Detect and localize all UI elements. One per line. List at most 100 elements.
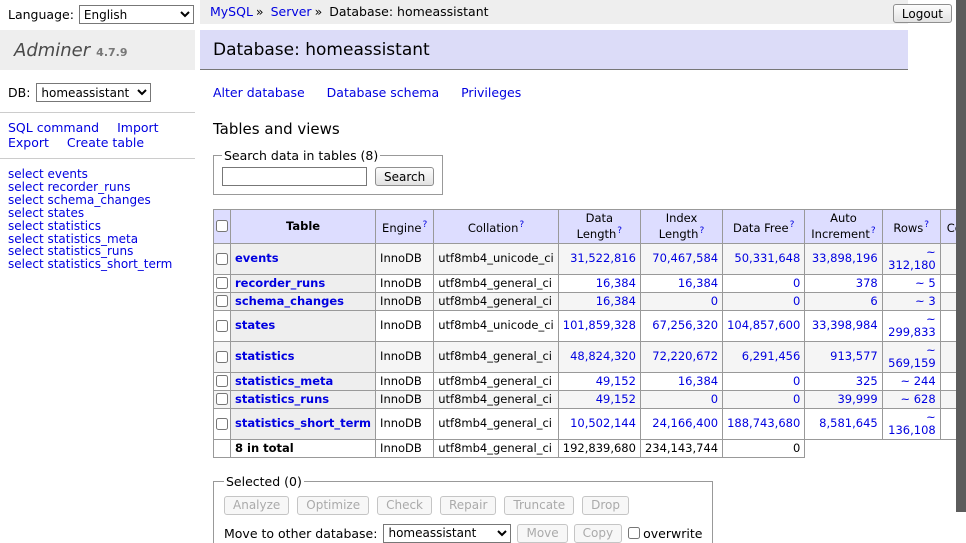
cell-rows-link[interactable]: ~ 244 (900, 374, 935, 388)
table-name-link[interactable]: statistics_meta (235, 374, 333, 388)
cell-index-length-link[interactable]: 67,256,320 (652, 318, 718, 332)
cell-data-free-link[interactable]: 188,743,680 (727, 416, 800, 430)
cell-rows-link[interactable]: ~ 136,108 (888, 410, 936, 437)
cell-data-free-link[interactable]: 0 (793, 374, 800, 388)
check-button[interactable]: Check (377, 496, 432, 515)
cell-rows-link[interactable]: ~ 3 (915, 294, 936, 308)
table-name-link[interactable]: statistics (235, 349, 295, 363)
drop-button[interactable]: Drop (582, 496, 629, 515)
cell-rows-link[interactable]: ~ 569,159 (888, 343, 936, 370)
row-checkbox[interactable] (216, 393, 228, 405)
sidebar-select-events-link[interactable]: select events (8, 167, 88, 181)
breadcrumb-server-link[interactable]: Server (271, 4, 312, 19)
sidebar-select-states-link[interactable]: select states (8, 206, 84, 220)
cell-rows: ~ 299,833 (882, 310, 940, 341)
move-database-select[interactable]: homeassistant (383, 524, 511, 543)
cell-data-free-link[interactable]: 50,331,648 (734, 251, 800, 265)
alter-database-link[interactable]: Alter database (213, 85, 305, 100)
logout-button[interactable]: Logout (893, 4, 952, 23)
cell-rows-link[interactable]: ~ 299,833 (888, 312, 936, 339)
table-name-link[interactable]: schema_changes (235, 294, 344, 308)
cell-index-length-link[interactable]: 72,220,672 (652, 349, 718, 363)
column-help-link[interactable]: ? (699, 226, 704, 236)
table-name-link[interactable]: states (235, 318, 275, 332)
column-help-link[interactable]: ? (519, 220, 524, 230)
table-name-link[interactable]: events (235, 251, 279, 265)
sidebar-select-schema-changes-link[interactable]: select schema_changes (8, 193, 151, 207)
sidebar-select-statistics-short-term-link[interactable]: select statistics_short_term (8, 257, 172, 271)
move-button[interactable]: Move (517, 524, 567, 543)
repair-button[interactable]: Repair (440, 496, 496, 515)
cell-index-length-link[interactable]: 0 (711, 392, 718, 406)
cell-index-length-link[interactable]: 0 (711, 294, 718, 308)
column-help-link[interactable]: ? (790, 220, 795, 230)
cell-rows-link[interactable]: ~ 312,180 (888, 245, 936, 272)
cell-data-length-link[interactable]: 16,384 (596, 294, 636, 308)
cell-data-free-link[interactable]: 0 (793, 294, 800, 308)
cell-data-free-link[interactable]: 0 (793, 276, 800, 290)
language-select[interactable]: English (79, 5, 194, 24)
cell-data-length-link[interactable]: 101,859,328 (563, 318, 636, 332)
sidebar-select-statistics-runs-link[interactable]: select statistics_runs (8, 244, 133, 258)
cell-auto-increment-link[interactable]: 33,898,196 (812, 251, 878, 265)
cell-index-length-link[interactable]: 16,384 (678, 276, 718, 290)
truncate-button[interactable]: Truncate (504, 496, 574, 515)
cell-index-length-link[interactable]: 24,166,400 (652, 416, 718, 430)
analyze-button[interactable]: Analyze (224, 496, 289, 515)
breadcrumb-mysql-link[interactable]: MySQL (210, 4, 253, 19)
sidebar-link-sql-command[interactable]: SQL command (8, 120, 99, 135)
cell-data-length-link[interactable]: 10,502,144 (570, 416, 636, 430)
cell-data-free-link[interactable]: 104,857,600 (727, 318, 800, 332)
cell-auto-increment-link[interactable]: 913,577 (830, 349, 878, 363)
scrollbar-thumb[interactable] (956, 0, 966, 512)
copy-button[interactable]: Copy (574, 524, 622, 543)
privileges-link[interactable]: Privileges (461, 85, 521, 100)
db-select[interactable]: homeassistant (36, 83, 151, 102)
row-checkbox[interactable] (216, 253, 228, 265)
cell-auto-increment-link[interactable]: 378 (856, 276, 878, 290)
row-checkbox[interactable] (216, 375, 228, 387)
sidebar-link-import[interactable]: Import (117, 120, 159, 135)
cell-auto-increment-link[interactable]: 33,398,984 (812, 318, 878, 332)
row-checkbox[interactable] (216, 295, 228, 307)
cell-data-length-link[interactable]: 31,522,816 (570, 251, 636, 265)
sidebar-select-statistics-meta-link[interactable]: select statistics_meta (8, 232, 138, 246)
select-all-checkbox[interactable] (216, 220, 228, 232)
row-checkbox[interactable] (216, 418, 228, 430)
cell-auto-increment-link[interactable]: 39,999 (837, 392, 877, 406)
table-name-link[interactable]: statistics_runs (235, 392, 329, 406)
cell-auto-increment-link[interactable]: 325 (856, 374, 878, 388)
vertical-scrollbar[interactable] (956, 0, 966, 543)
row-checkbox[interactable] (216, 320, 228, 332)
sidebar-select-statistics-link[interactable]: select statistics (8, 219, 101, 233)
optimize-button[interactable]: Optimize (297, 496, 369, 515)
cell-data-length-link[interactable]: 49,152 (596, 374, 636, 388)
cell-index-length-link[interactable]: 16,384 (678, 374, 718, 388)
sidebar-link-export[interactable]: Export (8, 135, 49, 150)
cell-rows-link[interactable]: ~ 628 (900, 392, 935, 406)
column-help-link[interactable]: ? (924, 220, 929, 230)
table-name-link[interactable]: statistics_short_term (235, 416, 371, 430)
cell-index-length-link[interactable]: 70,467,584 (652, 251, 718, 265)
cell-rows-link[interactable]: ~ 5 (915, 276, 936, 290)
cell-data-length-link[interactable]: 49,152 (596, 392, 636, 406)
row-checkbox[interactable] (216, 277, 228, 289)
sidebar-link-create-table[interactable]: Create table (67, 135, 144, 150)
cell-data-free-link[interactable]: 6,291,456 (742, 349, 801, 363)
table-name-link[interactable]: recorder_runs (235, 276, 325, 290)
column-help-link[interactable]: ? (871, 226, 876, 236)
cell-data-free-link[interactable]: 0 (793, 392, 800, 406)
column-help-link[interactable]: ? (422, 220, 427, 230)
cell-auto-increment-link[interactable]: 8,581,645 (819, 416, 878, 430)
cell-data-length-link[interactable]: 48,824,320 (570, 349, 636, 363)
column-help-link[interactable]: ? (617, 226, 622, 236)
search-input[interactable] (222, 167, 367, 186)
sidebar-select-recorder-runs-link[interactable]: select recorder_runs (8, 180, 131, 194)
overwrite-checkbox[interactable] (628, 527, 640, 539)
search-button[interactable]: Search (375, 167, 434, 186)
column-header-data-length: Data Length? (558, 210, 640, 244)
row-checkbox[interactable] (216, 351, 228, 363)
database-schema-link[interactable]: Database schema (327, 85, 439, 100)
cell-data-length-link[interactable]: 16,384 (596, 276, 636, 290)
cell-auto-increment-link[interactable]: 6 (870, 294, 877, 308)
